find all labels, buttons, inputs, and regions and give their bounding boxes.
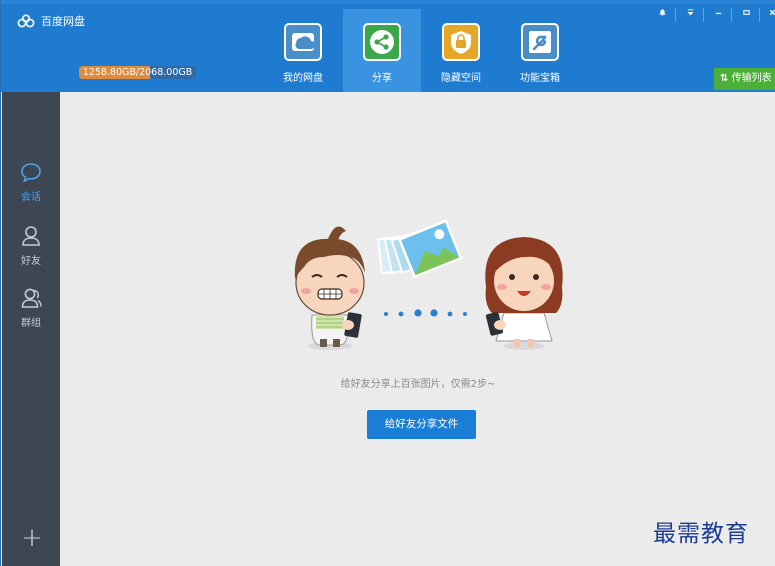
storage-usage-bar[interactable]: 1258.80GB/2068.00GB <box>79 66 196 79</box>
control-separator <box>675 8 676 22</box>
app-title: 百度网盘 <box>41 15 85 28</box>
progress-dots <box>384 309 467 317</box>
control-separator <box>731 8 732 22</box>
nav-tab-hidden-space[interactable]: 隐藏空间 <box>422 9 500 92</box>
control-separator <box>759 8 760 22</box>
menu-icon[interactable] <box>680 6 700 24</box>
nav-tab-label: 分享 <box>372 73 392 84</box>
chat-bubble-icon <box>21 163 41 183</box>
transfer-list-label: 传输列表 <box>731 73 772 84</box>
brand: 百度网盘 <box>17 13 85 29</box>
maximize-icon[interactable] <box>736 6 756 24</box>
share-files-button[interactable]: 给好友分享文件 <box>367 410 476 439</box>
storage-usage-text: 1258.80GB/2068.00GB <box>82 67 193 78</box>
nav-tab-my-drive[interactable]: 我的网盘 <box>264 9 342 92</box>
photo-stack-icon <box>377 219 463 279</box>
app-window: 百度网盘 1258.80GB/2068.00GB 我的网盘 分享 隐藏空间 功能… <box>0 0 775 566</box>
nav-tab-label: 隐藏空间 <box>441 73 481 84</box>
group-icon <box>21 288 42 308</box>
share-icon <box>363 23 401 61</box>
share-empty-state: 给好友分享上百张图片，仅需2步~ 给好友分享文件 <box>60 92 775 566</box>
minimize-icon[interactable] <box>708 6 728 24</box>
nav-tab-label: 功能宝箱 <box>520 73 560 84</box>
person-icon <box>22 226 40 246</box>
sidebar-item-label: 好友 <box>21 256 41 267</box>
sidebar-item-chats[interactable]: 会话 <box>2 154 60 210</box>
watermark: 最需教育 <box>653 521 749 547</box>
cloud-drive-icon <box>284 23 322 61</box>
share-hint-text: 给好友分享上百张图片，仅需2步~ <box>340 379 496 390</box>
wrench-icon <box>521 23 559 61</box>
girl-character-icon <box>485 237 563 350</box>
control-separator <box>703 8 704 22</box>
sidebar-item-label: 群组 <box>21 318 41 329</box>
lock-icon <box>442 23 480 61</box>
baidu-cloud-logo-icon <box>17 14 35 28</box>
transfer-arrows-icon: ⇅ <box>720 73 729 84</box>
boy-character-icon <box>294 226 365 350</box>
share-illustration <box>294 219 563 350</box>
nav-tab-label: 我的网盘 <box>283 73 323 84</box>
sidebar-item-friends[interactable]: 好友 <box>2 218 60 274</box>
transfer-list-button[interactable]: ⇅ 传输列表 <box>714 68 775 90</box>
nav-tab-share[interactable]: 分享 <box>343 9 421 92</box>
sidebar-item-groups[interactable]: 群组 <box>2 280 60 336</box>
bell-icon[interactable] <box>652 6 672 24</box>
header-bar: 百度网盘 1258.80GB/2068.00GB 我的网盘 分享 隐藏空间 功能… <box>1 0 775 92</box>
plus-icon[interactable]: + <box>20 525 44 551</box>
close-icon[interactable] <box>762 6 775 24</box>
sidebar: 会话 好友 群组 + <box>2 92 60 566</box>
sidebar-item-label: 会话 <box>21 192 41 203</box>
nav-tab-toolbox[interactable]: 功能宝箱 <box>501 9 579 92</box>
